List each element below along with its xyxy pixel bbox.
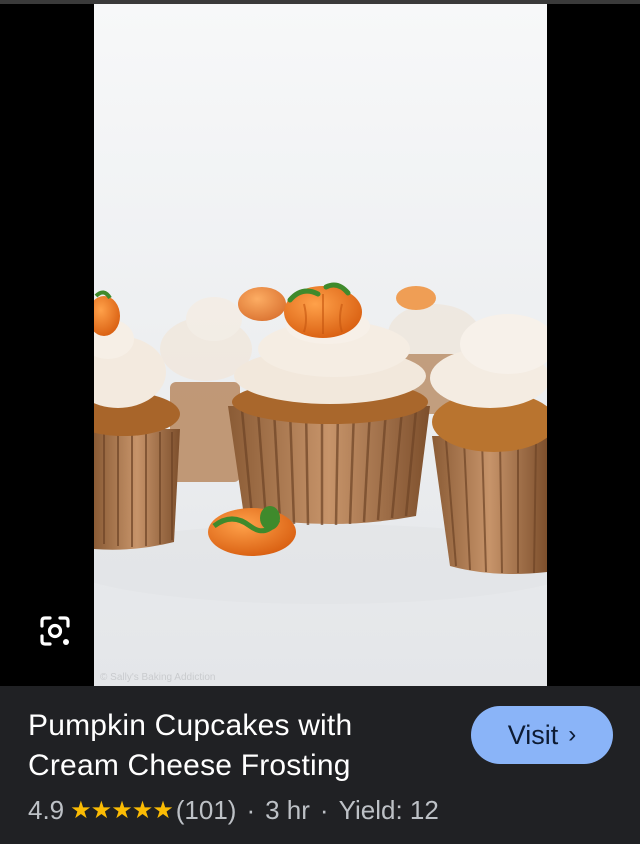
rating-stars: ★★★★★	[70, 796, 174, 824]
result-title[interactable]: Pumpkin Cupcakes with Cream Cheese Frost…	[28, 706, 448, 786]
recipe-image[interactable]: © Sally's Baking Addiction	[94, 4, 547, 686]
lens-icon	[40, 616, 70, 646]
yield-text: Yield: 12	[338, 794, 439, 825]
rating-value: 4.9	[28, 794, 65, 825]
chevron-right-icon: ›	[568, 721, 577, 748]
separator-dot: ·	[319, 794, 329, 825]
review-count: (101)	[175, 794, 237, 825]
visit-button[interactable]: Visit ›	[471, 706, 613, 764]
svg-text:© Sally's Baking Addiction: © Sally's Baking Addiction	[100, 672, 215, 683]
separator-dot: ·	[246, 794, 256, 825]
lens-button[interactable]	[34, 610, 76, 652]
cook-time: 3 hr	[265, 794, 310, 825]
image-viewer: © Sally's Baking Addiction	[0, 0, 640, 686]
visit-label: Visit	[507, 719, 559, 750]
result-meta: 4.9 ★★★★★ (101) · 3 hr · Yield: 12	[28, 790, 439, 830]
